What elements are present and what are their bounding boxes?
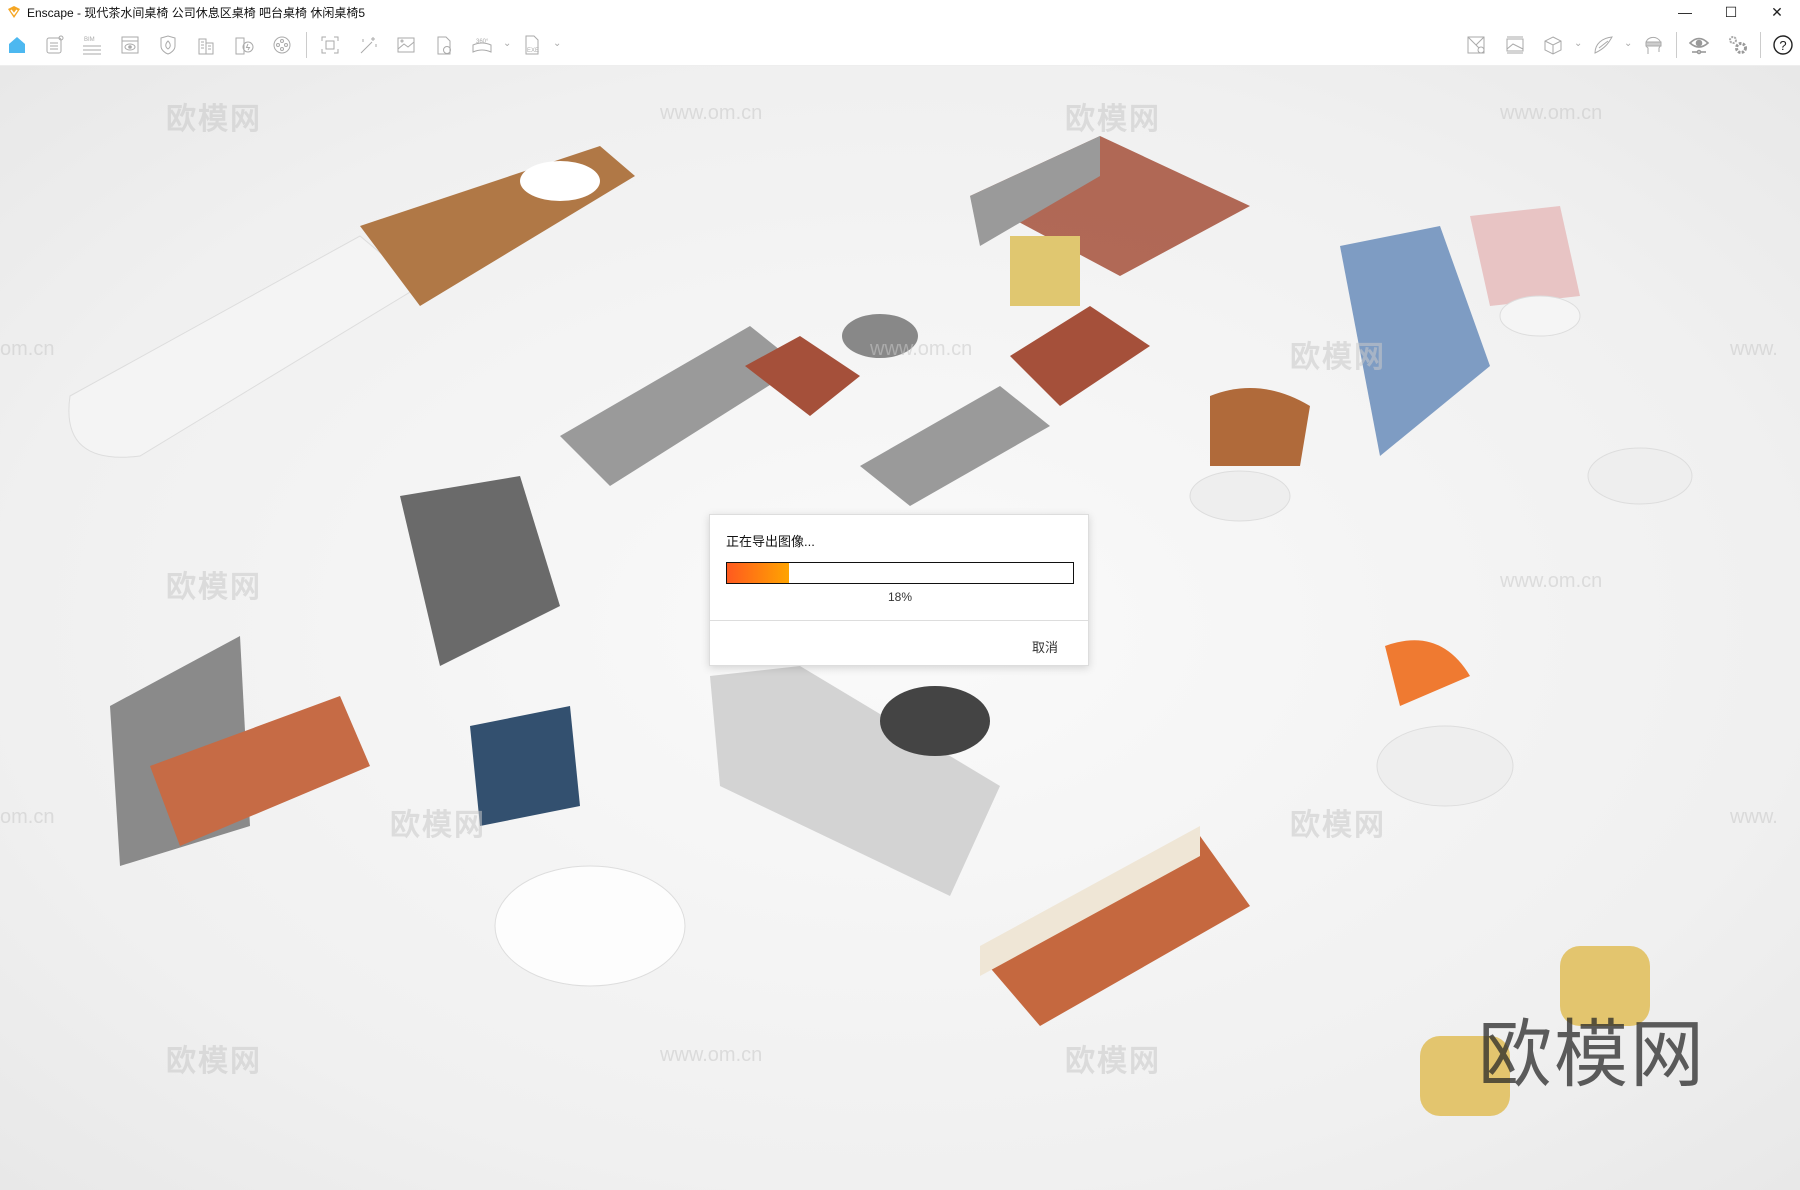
progress-bar — [726, 562, 1074, 584]
watermark: www. — [1730, 806, 1778, 828]
watermark: om.cn — [0, 806, 55, 828]
bim-button[interactable]: BIM — [79, 32, 105, 58]
watermark: www.om.cn — [870, 338, 973, 360]
bim-icon: BIM — [83, 37, 101, 55]
panorama-gallery-button[interactable] — [1502, 32, 1528, 58]
window-title: Enscape - 现代茶水间桌椅 公司休息区桌椅 吧台桌椅 休闲桌椅5 — [27, 5, 366, 20]
cube-icon — [1544, 36, 1562, 55]
watermark: 欧模网 — [390, 809, 486, 842]
screenshot-button[interactable] — [317, 32, 343, 58]
batch-render-button[interactable] — [231, 32, 257, 58]
svg-text:BIM: BIM — [84, 37, 95, 43]
watermark: om.cn — [0, 338, 55, 360]
help-icon: ? — [1773, 35, 1793, 55]
view-management-icon — [121, 36, 139, 54]
minimize-button[interactable]: — — [1662, 0, 1708, 24]
video-editor-button[interactable] — [269, 32, 295, 58]
vr-headset-button[interactable] — [1640, 32, 1666, 58]
sofa-module — [842, 136, 1250, 358]
video-editor-icon — [273, 36, 291, 54]
batch-render-icon — [235, 37, 254, 55]
watermark: 欧模网 — [166, 103, 262, 136]
watermark: www. — [1730, 338, 1778, 360]
map-view-button[interactable] — [1463, 32, 1489, 58]
lounge-area — [110, 476, 580, 866]
buildings-button[interactable] — [193, 32, 219, 58]
watermark: 欧模网 — [1290, 341, 1386, 374]
asset-library-button[interactable] — [155, 32, 181, 58]
svg-text:?: ? — [1779, 38, 1786, 53]
export-progress-dialog: 正在导出图像... 18% 取消 — [709, 514, 1089, 666]
export-file-icon — [437, 36, 451, 55]
exe-export-icon: EXE — [525, 35, 539, 55]
eye-slider-icon — [1688, 37, 1710, 55]
render-image-button[interactable] — [393, 32, 419, 58]
home-button[interactable] — [4, 32, 30, 58]
cube-dropdown-icon[interactable]: ⌄ — [1574, 38, 1582, 49]
exe-export-button[interactable]: EXE — [519, 32, 545, 58]
logo-watermark: 欧模网 — [1478, 1013, 1706, 1096]
map-view-icon — [1467, 36, 1485, 54]
watermark: www.om.cn — [1500, 570, 1603, 592]
export-file-button[interactable] — [431, 32, 457, 58]
toolbar: BIM 360° ⌄ EXE ⌄ ⌄ ⌄ ? ⌃ — [0, 24, 1800, 88]
watermark: 欧模网 — [166, 571, 262, 604]
help-button[interactable]: ? — [1770, 32, 1796, 58]
progress-percent: 18% — [887, 590, 913, 604]
notes-icon — [46, 35, 64, 54]
exe-dropdown-icon[interactable]: ⌄ — [553, 38, 561, 49]
panorama-gallery-icon — [1506, 36, 1524, 54]
settings-button[interactable] — [1725, 32, 1751, 58]
booth-chairs — [1340, 206, 1581, 456]
watermark: www.om.cn — [1500, 102, 1603, 124]
progress-fill — [727, 563, 790, 583]
home-icon — [9, 37, 25, 53]
visual-settings-button[interactable] — [355, 32, 381, 58]
dialog-title: 正在导出图像... — [726, 534, 815, 549]
notes-button[interactable] — [41, 32, 67, 58]
vr-headset-icon — [1645, 36, 1662, 54]
wings-icon — [1594, 36, 1613, 54]
maximize-button[interactable]: ☐ — [1708, 0, 1754, 24]
toolbar-separator — [306, 32, 307, 58]
svg-text:EXE: EXE — [527, 48, 539, 54]
toolbar-separator — [1760, 32, 1761, 58]
watermark: www.om.cn — [660, 1044, 763, 1066]
panorama-360-icon: 360° — [472, 39, 492, 53]
asset-library-icon — [160, 35, 176, 55]
settings-icon — [1729, 36, 1747, 54]
bar-counter — [68, 146, 635, 458]
title-bar: Enscape - 现代茶水间桌椅 公司休息区桌椅 吧台桌椅 休闲桌椅5 — ☐… — [0, 0, 1800, 24]
eye-slider-button[interactable] — [1686, 32, 1712, 58]
magic-wand-icon — [360, 37, 377, 54]
image-icon — [397, 37, 415, 53]
wings-dropdown-icon[interactable]: ⌄ — [1624, 38, 1632, 49]
cancel-button[interactable]: 取消 — [1032, 637, 1058, 656]
panorama-dropdown-icon[interactable]: ⌄ — [503, 38, 511, 49]
close-button[interactable]: ✕ — [1754, 0, 1800, 24]
buildings-icon — [198, 38, 214, 55]
toolbar-separator — [1676, 32, 1677, 58]
screenshot-icon — [321, 36, 339, 54]
dialog-divider — [710, 620, 1088, 621]
watermark: 欧模网 — [1065, 103, 1161, 136]
watermark: 欧模网 — [1065, 1045, 1161, 1078]
watermark: 欧模网 — [1290, 809, 1386, 842]
wings-button[interactable] — [1590, 32, 1616, 58]
enscape-logo-icon — [8, 6, 20, 18]
watermark: www.om.cn — [660, 102, 763, 124]
panorama-360-button[interactable]: 360° — [469, 32, 495, 58]
view-management-button[interactable] — [117, 32, 143, 58]
cube-button[interactable] — [1540, 32, 1566, 58]
watermark: 欧模网 — [166, 1045, 262, 1078]
